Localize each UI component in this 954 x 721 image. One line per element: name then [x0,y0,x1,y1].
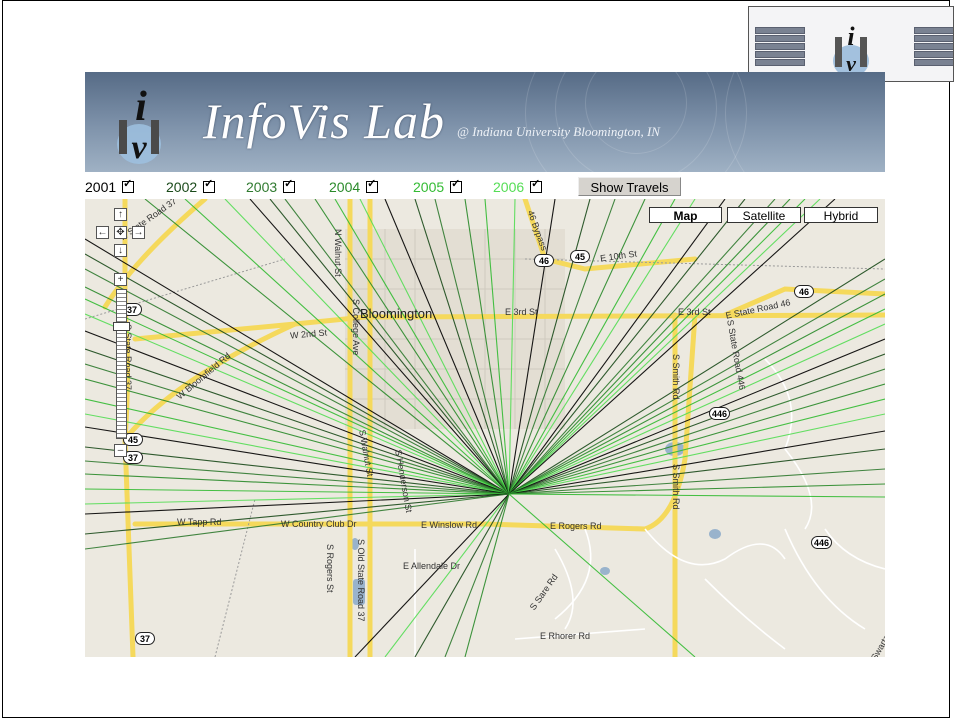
thumbnail-menu-item [914,59,953,66]
travel-line [444,493,510,657]
highway-shield: 46 [794,285,814,298]
road-label: E Rogers Rd [550,521,602,531]
year-filter-bar: 2001 2002 2003 2004 2005 2006 Show Trave… [85,177,885,199]
map-type-map-button[interactable]: Map [649,207,722,223]
year-checkbox[interactable] [283,177,296,193]
thumbnail-menu-item [755,59,805,66]
year-checkbox[interactable] [450,177,463,193]
infovis-logo: i v [117,84,161,166]
pan-right-button[interactable]: → [132,226,145,239]
travel-line [508,493,885,498]
page-thumbnail[interactable]: i v [748,6,954,82]
city-label: Bloomington [360,306,433,321]
travel-line [384,493,510,657]
highway-shield: 446 [709,407,731,420]
year-toggle-2002[interactable]: 2002 [166,177,216,195]
road-label: E 3rd St [505,307,538,317]
thumbnail-menu-item [914,43,953,50]
road-label: E 3rd St [678,307,711,317]
year-label: 2002 [166,179,198,195]
year-label: 2006 [493,179,525,195]
thumbnail-logo: i v [833,22,869,77]
zoom-slider-thumb[interactable] [113,322,130,331]
year-checkbox[interactable] [366,177,379,193]
pan-left-button[interactable]: ← [96,226,109,239]
year-checkbox[interactable] [530,177,543,193]
travel-line [508,483,885,495]
banner-title: InfoVis Lab [203,93,446,149]
travel-line [508,323,885,495]
svg-text:i: i [135,84,147,130]
thumbnail-menu-item [914,51,953,58]
svg-text:v: v [131,129,147,166]
year-checkbox[interactable] [203,177,216,193]
year-toggle-2004[interactable]: 2004 [329,177,379,195]
banner-subtitle: @ Indiana University Bloomington, IN [457,124,660,139]
road-label: E Rhorer Rd [540,631,591,641]
year-label: 2003 [246,179,278,195]
year-label: 2004 [329,179,361,195]
travel-line [508,398,885,495]
thumbnail-menu-item [755,35,805,42]
highway-shield: 446 [811,536,833,549]
road-label: E Winslow Rd [421,520,478,530]
pan-center-button[interactable]: ✥ [114,226,127,239]
road-label: S Old State Road 37 [356,539,366,622]
thumbnail-menu-item [914,27,953,34]
travel-line [508,383,885,495]
year-toggle-2003[interactable]: 2003 [246,177,296,195]
road-label: W Tapp Rd [177,517,222,527]
thumbnail-menu-item [914,35,953,42]
zoom-in-button[interactable]: + [114,273,127,286]
zoom-slider-track[interactable] [116,289,127,439]
road-label: S Smith Rd [671,354,681,400]
travel-line [414,493,510,657]
year-toggle-2006[interactable]: 2006 [493,177,543,195]
pan-down-button[interactable]: ↓ [114,244,127,257]
highway-shield: 37 [135,632,155,645]
svg-text:i: i [847,22,855,51]
year-checkbox[interactable] [122,177,135,193]
year-toggle-2005[interactable]: 2005 [413,177,463,195]
thumbnail-menu-item [755,43,805,50]
road-label: S Smith Rd [671,464,681,510]
road-label: E Allendale Dr [403,561,461,571]
road-label: W Country Club Dr [281,519,357,529]
map-type-satellite-button[interactable]: Satellite [727,207,801,223]
show-travels-button[interactable]: Show Travels [578,177,681,196]
map-canvas[interactable] [85,199,885,657]
travel-line [85,493,510,515]
travel-line [508,448,885,495]
travel-line [464,493,510,657]
year-label: 2005 [413,179,445,195]
travel-line [354,493,510,657]
year-label: 2001 [85,179,117,195]
map-view[interactable]: N State Road 37 N Walnut St S College Av… [85,199,885,657]
map-type-hybrid-button[interactable]: Hybrid [804,207,878,223]
pan-up-button[interactable]: ↑ [114,208,127,221]
travel-line [508,258,885,495]
thumbnail-menu-item [755,27,805,34]
road-label: S Rogers St [325,544,335,593]
banner: i v InfoVis Lab @ Indiana University Blo… [85,72,885,172]
year-toggle-2001[interactable]: 2001 [85,177,135,195]
thumbnail-menu-item [755,51,805,58]
highway-shield: 46 [534,254,554,267]
zoom-out-button[interactable]: – [114,444,127,457]
highway-shield: 45 [570,250,590,263]
road-label: N Walnut St [333,229,343,277]
